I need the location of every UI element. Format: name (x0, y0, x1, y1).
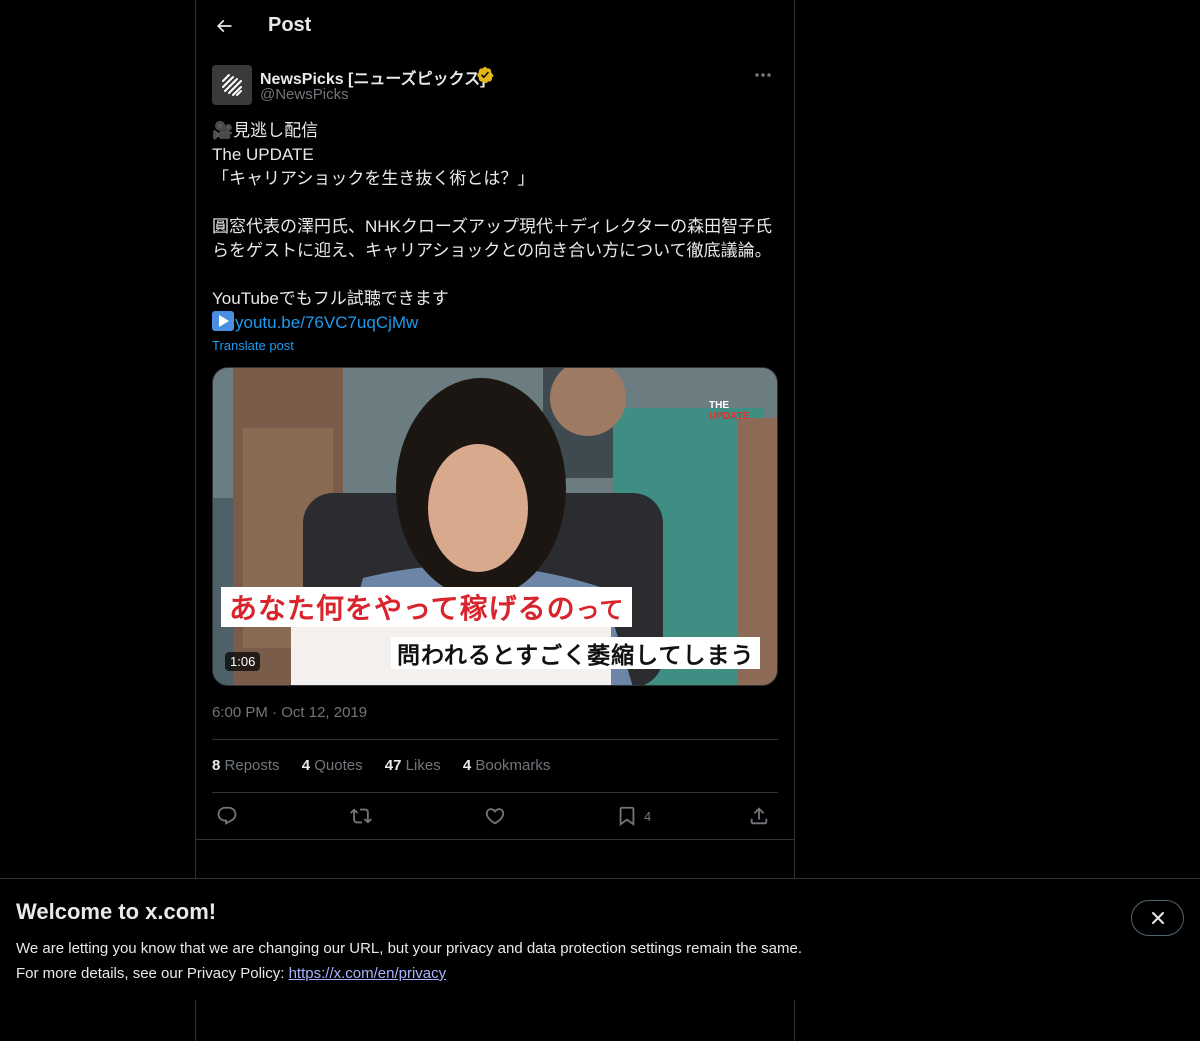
avatar[interactable] (212, 65, 252, 105)
reply-icon (217, 806, 237, 825)
more-dots-icon (755, 73, 771, 77)
post-text-spacer (212, 191, 778, 215)
post-date: Oct 12, 2019 (281, 704, 368, 721)
more-options-button[interactable] (748, 64, 778, 86)
post-link[interactable]: youtu.be/76VC7uqCjMw (235, 313, 418, 332)
video-caption-red: あなた何をやって稼げるの って (221, 587, 633, 627)
close-banner-button[interactable] (1131, 900, 1184, 936)
post-text-line: 圓窓代表の澤円氏、NHKクローズアップ現代＋ディレクターの森田智子氏 (212, 217, 773, 236)
reply-button[interactable] (216, 803, 238, 829)
page-title: Post (268, 14, 312, 36)
bookmark-button[interactable]: 4 (616, 803, 651, 829)
caption-red-tail: って (575, 596, 625, 624)
reposts-label: Reposts (224, 757, 280, 774)
quotes-count: 4 (301, 757, 311, 774)
bookmark-count: 4 (644, 808, 652, 824)
separator-dot: · (272, 704, 282, 721)
post-timestamp[interactable]: 6:00 PM · Oct 12, 2019 (212, 704, 367, 721)
newspicks-logo-icon (222, 74, 242, 96)
back-button[interactable] (208, 10, 240, 42)
share-icon (750, 807, 768, 825)
divider (212, 739, 778, 740)
likes-label: Likes (405, 757, 441, 774)
arrow-left-icon (216, 19, 232, 33)
bookmark-icon (619, 806, 635, 827)
caption-black-text: 問われるとすごく萎縮してしまう (397, 642, 755, 668)
likes-stat[interactable]: 47 Likes (385, 757, 441, 774)
the-update-logo: THE UPDATE (709, 400, 749, 422)
banner-title: Welcome to x.com! (16, 899, 217, 924)
post-text-line: The UPDATE (212, 145, 314, 164)
divider (212, 792, 778, 793)
translate-post-link[interactable]: Translate post (212, 338, 294, 353)
bookmarks-stat[interactable]: 4 Bookmarks (463, 757, 551, 774)
verified-badge-icon (477, 66, 494, 84)
caption-red-text: あなた何をやって稼げるの (229, 593, 576, 624)
post-text-spacer (212, 263, 778, 287)
bookmarks-count: 4 (462, 757, 472, 774)
likes-count: 47 (384, 757, 402, 774)
video-caption-black: 問われるとすごく萎縮してしまう (391, 637, 761, 669)
banner-line-1: We are letting you know that we are chan… (16, 940, 802, 957)
quotes-label: Quotes (314, 757, 363, 774)
quotes-stat[interactable]: 4 Quotes (302, 757, 363, 774)
post-link-line: youtu.be/76VC7uqCjMw (212, 311, 778, 335)
share-button[interactable] (748, 803, 770, 829)
post-author: NewsPicks [ニューズピックス] @NewsPicks (212, 64, 778, 106)
post-actions: 4 (212, 803, 778, 831)
post-time: 6:00 PM (212, 704, 268, 721)
post-text-line: YouTubeでもフル試聴できます (212, 289, 449, 308)
post-text: 🎥見逃し配信 The UPDATE 「キャリアショックを生き抜く術とは？」 圓窓… (212, 119, 778, 335)
video-player[interactable]: THE UPDATE あなた何をやって稼げるの って 問われるとすごく萎縮してしま… (212, 367, 778, 686)
author-handle[interactable]: @NewsPicks (260, 86, 349, 103)
reposts-count: 8 (212, 757, 221, 774)
banner-text: We are letting you know that we are chan… (16, 936, 802, 986)
logo-line-2: UPDATE (709, 411, 750, 422)
privacy-policy-link[interactable]: https://x.com/en/privacy (289, 965, 447, 982)
repost-icon (350, 808, 372, 824)
post-header: Post (196, 0, 794, 53)
repost-button[interactable] (350, 803, 372, 829)
like-button[interactable] (484, 803, 506, 829)
banner-line-2-prefix: For more details, see our Privacy Policy… (16, 965, 289, 982)
post-text-line: らをゲストに迎え、キャリアショックとの向き合い方について徹底議論。 (212, 241, 772, 260)
heart-icon (485, 808, 505, 825)
logo-line-1: THE (709, 400, 729, 411)
banner-line-2: For more details, see our Privacy Policy… (16, 961, 802, 986)
divider (196, 839, 794, 840)
bookmarks-label: Bookmarks (475, 757, 551, 774)
post-stats: 8 Reposts 4 Quotes 47 Likes 4 Bookmarks (212, 757, 568, 774)
welcome-banner: Welcome to x.com! We are letting you kno… (0, 878, 1200, 1000)
close-icon (1151, 912, 1164, 924)
post-text-line: 🎥見逃し配信 (212, 121, 319, 140)
video-duration: 1:06 (225, 652, 261, 671)
reposts-stat[interactable]: 8 Reposts (212, 757, 280, 774)
play-button-emoji-icon (212, 311, 234, 331)
post-text-line: 「キャリアショックを生き抜く術とは？」 (212, 169, 535, 188)
